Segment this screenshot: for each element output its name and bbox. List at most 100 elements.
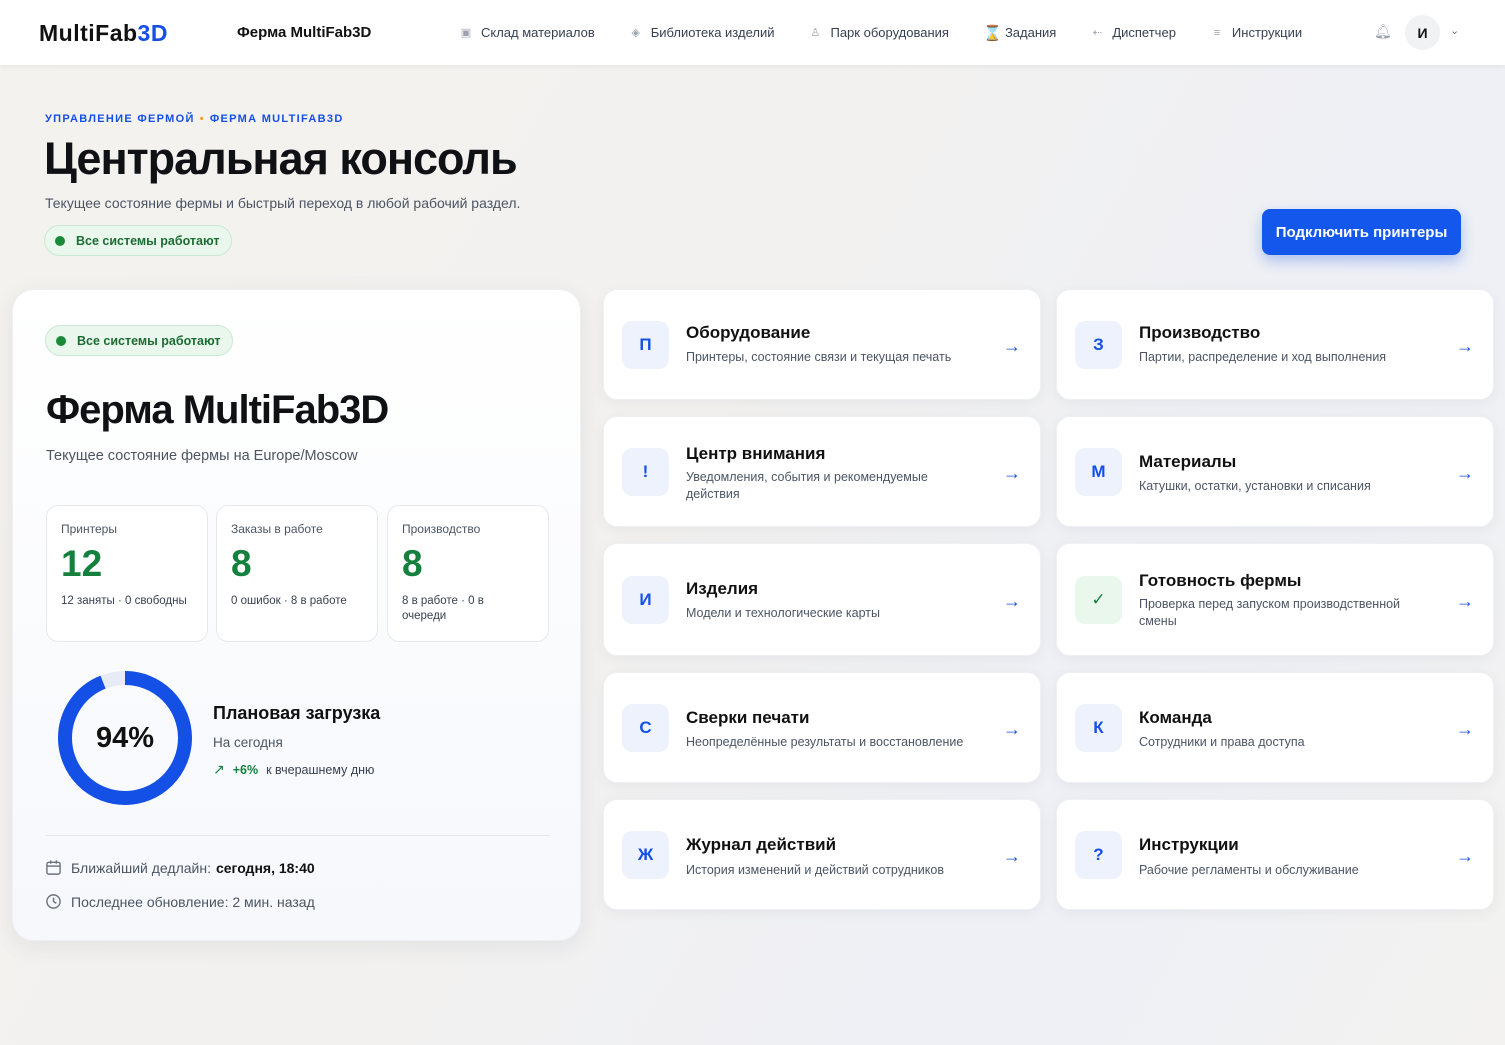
stat-label: Заказы в работе bbox=[231, 522, 323, 536]
stat-label: Производство bbox=[402, 522, 481, 536]
nav-item-materials[interactable]: ▣ Склад материалов bbox=[459, 25, 595, 40]
trend-up-icon: ↗ bbox=[213, 761, 225, 777]
tile-materials[interactable]: М Материалы Катушки, остатки, установки … bbox=[1056, 416, 1494, 527]
stat-value: 8 bbox=[231, 543, 252, 584]
nav-item-label: Инструкции bbox=[1231, 25, 1303, 40]
tile-print-reconciliation[interactable]: С Сверки печати Неопределённые результат… bbox=[603, 672, 1041, 783]
trend-value: +6% bbox=[232, 762, 259, 777]
tile-title: Готовность фермы bbox=[1139, 571, 1302, 590]
arrow-right-icon: → bbox=[1456, 719, 1474, 739]
tile-equipment[interactable]: П Оборудование Принтеры, состояние связи… bbox=[603, 289, 1041, 400]
tile-description: История изменений и действий сотрудников bbox=[686, 863, 944, 877]
tile-products[interactable]: И Изделия Модели и технологические карты… bbox=[603, 543, 1041, 656]
connect-printers-button[interactable]: Подключить принтеры bbox=[1262, 209, 1461, 255]
tile-description: Принтеры, состояние связи и текущая печа… bbox=[686, 350, 952, 364]
badge-icon: С bbox=[622, 704, 669, 752]
load-trend: ↗ +6% к вчерашнему дню bbox=[213, 761, 374, 778]
tile-farm-readiness[interactable]: ✓ Готовность фермы Проверка перед запуск… bbox=[1056, 543, 1494, 656]
tile-description: Рабочие регламенты и обслуживание bbox=[1139, 863, 1359, 877]
status-dot-icon bbox=[56, 335, 66, 346]
status-text: Все системы работают bbox=[77, 333, 221, 348]
tile-instructions[interactable]: ? Инструкции Рабочие регламенты и обслуж… bbox=[1056, 799, 1494, 910]
badge-icon: ? bbox=[1075, 831, 1122, 879]
tile-description: Уведомления, события и рекомендуемые дей… bbox=[686, 470, 928, 501]
badge-icon: К bbox=[1075, 704, 1122, 752]
badge-icon: М bbox=[1075, 448, 1122, 496]
tile-title: Команда bbox=[1139, 708, 1212, 727]
status-text: Все системы работают bbox=[76, 233, 220, 248]
load-subtitle: На сегодня bbox=[213, 735, 283, 750]
hourglass-icon: ⌛ bbox=[982, 24, 1002, 42]
app-logo[interactable]: MultiFab3D bbox=[39, 20, 168, 47]
arrow-right-icon: → bbox=[1003, 591, 1021, 611]
nav-item-equipment[interactable]: ♙ Парк оборудования bbox=[808, 25, 949, 40]
arrow-right-icon: → bbox=[1003, 846, 1021, 866]
stat-label: Принтеры bbox=[61, 522, 117, 536]
nav-item-label: Задания bbox=[1004, 25, 1057, 40]
tile-team[interactable]: К Команда Сотрудники и права доступа → bbox=[1056, 672, 1494, 783]
breadcrumb-separator: • bbox=[199, 113, 205, 125]
stat-card-printers: Принтеры 12 12 заняты · 0 свободны bbox=[46, 505, 208, 642]
nav-item-label: Склад материалов bbox=[481, 25, 595, 40]
breadcrumb-item[interactable]: УПРАВЛЕНИЕ ФЕРМОЙ bbox=[45, 113, 195, 125]
chevron-down-icon[interactable]: ⌄ bbox=[1450, 24, 1459, 37]
bell-icon[interactable]: 🔔︎ bbox=[1374, 23, 1392, 40]
arrow-right-icon: → bbox=[1003, 463, 1021, 483]
nav-item-library[interactable]: ◈ Библиотека изделий bbox=[629, 25, 775, 40]
tile-description: Партии, распределение и ход выполнения bbox=[1139, 350, 1387, 364]
status-badge: Все системы работают bbox=[44, 225, 232, 256]
tile-title: Сверки печати bbox=[686, 708, 810, 727]
avatar[interactable]: И bbox=[1405, 15, 1440, 50]
status-badge: Все системы работают bbox=[45, 325, 233, 356]
last-update-text: Последнее обновление: 2 мин. назад bbox=[71, 893, 315, 910]
arrow-right-icon: → bbox=[1456, 846, 1474, 866]
badge-icon: З bbox=[1075, 321, 1122, 369]
user-icon: ♙ bbox=[810, 27, 821, 39]
nav-item-instructions[interactable]: ≡ Инструкции bbox=[1210, 25, 1302, 40]
load-progress-ring: 94% bbox=[55, 668, 195, 808]
badge-icon: ! bbox=[622, 448, 669, 496]
page-subtitle: Текущее состояние фермы и быстрый перехо… bbox=[45, 195, 521, 211]
page-title: Центральная консоль bbox=[44, 133, 518, 184]
tile-title: Журнал действий bbox=[686, 835, 837, 854]
arrow-icon: ⇠ bbox=[1092, 27, 1102, 39]
tile-production[interactable]: З Производство Партии, распределение и х… bbox=[1056, 289, 1494, 400]
stat-meta: 0 ошибок · 8 в работе bbox=[231, 595, 347, 607]
nav-item-label: Библиотека изделий bbox=[650, 25, 775, 40]
breadcrumb: УПРАВЛЕНИЕ ФЕРМОЙ • ФЕРМА MULTIFAB3D bbox=[45, 113, 344, 125]
tile-title: Оборудование bbox=[686, 323, 811, 342]
stat-card-orders: Заказы в работе 8 0 ошибок · 8 в работе bbox=[216, 505, 378, 642]
stat-meta: 8 в работе · 0 в очереди bbox=[402, 595, 484, 622]
tile-title: Производство bbox=[1139, 323, 1261, 342]
tile-description: Модели и технологические карты bbox=[686, 606, 880, 620]
deadline-value: сегодня, 18:40 bbox=[215, 859, 315, 876]
nav-item-label: Парк оборудования bbox=[830, 25, 949, 40]
calendar-icon bbox=[46, 860, 61, 875]
tile-action-log[interactable]: Ж Журнал действий История изменений и де… bbox=[603, 799, 1041, 910]
load-title: Плановая загрузка bbox=[213, 703, 381, 723]
tile-title: Материалы bbox=[1139, 452, 1237, 471]
badge-icon: П bbox=[622, 321, 669, 369]
status-dot-icon bbox=[55, 235, 65, 246]
check-icon: ✓ bbox=[1075, 576, 1122, 624]
arrow-right-icon: → bbox=[1003, 336, 1021, 356]
breadcrumb-item[interactable]: ФЕРМА MULTIFAB3D bbox=[210, 113, 344, 125]
tile-description: Проверка перед запуском производственной… bbox=[1139, 597, 1401, 628]
nav-item-tasks[interactable]: ⌛ Задания bbox=[983, 24, 1056, 42]
arrow-right-icon: → bbox=[1456, 591, 1474, 611]
nav-item-label: Диспетчер bbox=[1112, 25, 1176, 40]
tile-description: Неопределённые результаты и восстановлен… bbox=[686, 735, 964, 749]
farm-title: Ферма MultiFab3D bbox=[46, 388, 389, 432]
cube-icon: ◈ bbox=[631, 27, 640, 39]
nav-item-dispatcher[interactable]: ⇠ Диспетчер bbox=[1090, 25, 1176, 40]
stat-value: 8 bbox=[402, 543, 423, 584]
farm-switcher[interactable]: Ферма MultiFab3D bbox=[237, 24, 371, 41]
box-icon: ▣ bbox=[460, 27, 472, 39]
farm-subtitle: Текущее состояние фермы на Europe/Moscow bbox=[46, 448, 358, 464]
badge-icon: Ж bbox=[622, 831, 669, 879]
list-icon: ≡ bbox=[1213, 26, 1221, 39]
stat-card-production: Производство 8 8 в работе · 0 в очереди bbox=[387, 505, 549, 642]
tile-attention-center[interactable]: ! Центр внимания Уведомления, события и … bbox=[603, 416, 1041, 527]
deadline-row: Ближайший дедлайн: сегодня, 18:40 bbox=[45, 859, 315, 876]
main-nav: ▣ Склад материалов ◈ Библиотека изделий … bbox=[459, 0, 1336, 65]
